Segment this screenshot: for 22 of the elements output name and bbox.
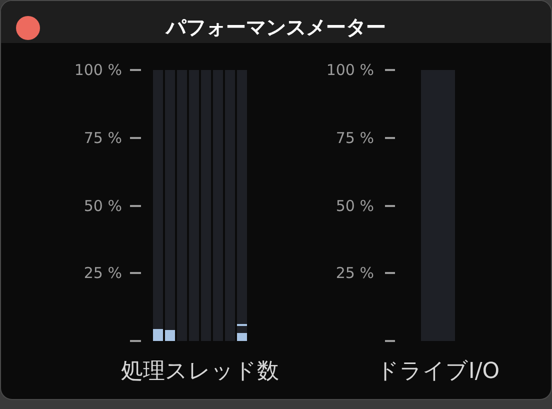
tick-mark: [385, 272, 395, 274]
axis-label: 100 %: [326, 61, 374, 79]
axis-label: 100 %: [73, 61, 122, 79]
tick-mark: [385, 69, 395, 71]
tick-mark: [130, 69, 141, 71]
tick-mark: [130, 204, 141, 206]
window-title: パフォーマンスメーター: [166, 14, 386, 40]
tick-mark: [385, 136, 395, 139]
axis-label: 75 %: [82, 128, 122, 147]
axis-label: 25 %: [334, 264, 374, 282]
axis-label: 50 %: [82, 196, 122, 214]
tick-mark: [130, 272, 141, 274]
meter-label: 処理スレッド数: [121, 358, 279, 386]
tick-mark: [130, 136, 141, 139]
tick-mark: [130, 340, 141, 342]
meter-label: ドライブI/O: [376, 358, 500, 386]
axis-label: 25 %: [82, 264, 122, 282]
axis-label: 75 %: [334, 128, 374, 147]
close-button[interactable]: [16, 16, 40, 40]
tick-mark: [385, 204, 395, 206]
tick-mark: [385, 340, 395, 342]
axis-label: 50 %: [334, 196, 374, 214]
